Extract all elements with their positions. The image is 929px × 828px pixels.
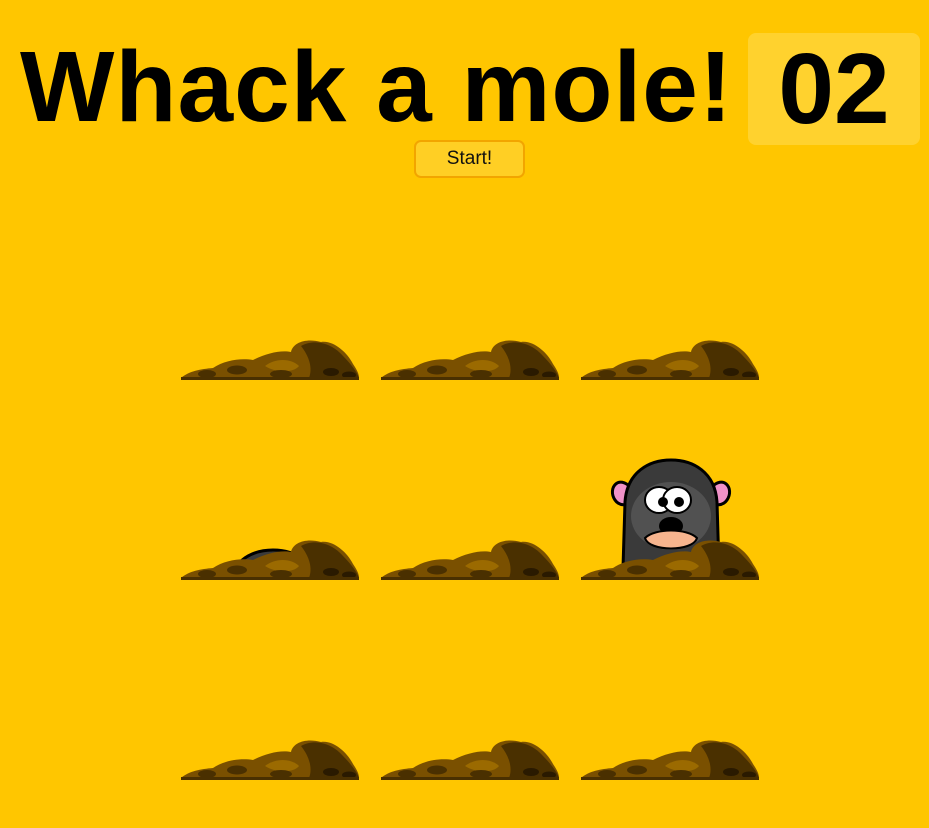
dirt-mound bbox=[581, 540, 759, 580]
mole-hole[interactable] bbox=[381, 180, 561, 380]
dirt-mound bbox=[381, 540, 559, 580]
mole-hole[interactable] bbox=[581, 180, 761, 380]
mole-hole[interactable] bbox=[581, 380, 761, 580]
mole-hole[interactable] bbox=[581, 580, 761, 780]
mole-hole[interactable] bbox=[181, 580, 361, 780]
mole-grid bbox=[181, 180, 761, 780]
mole-hole[interactable] bbox=[381, 380, 561, 580]
dirt-mound bbox=[581, 340, 759, 380]
mole-hole[interactable] bbox=[181, 380, 361, 580]
mole-hole[interactable] bbox=[181, 180, 361, 380]
score-counter: 02 bbox=[748, 33, 920, 145]
mole-hole[interactable] bbox=[381, 580, 561, 780]
dirt-mound bbox=[381, 340, 559, 380]
dirt-mound bbox=[181, 540, 359, 580]
dirt-mound bbox=[181, 340, 359, 380]
dirt-mound bbox=[381, 740, 559, 780]
dirt-mound bbox=[581, 740, 759, 780]
game-title: Whack a mole! bbox=[20, 31, 734, 143]
dirt-mound bbox=[181, 740, 359, 780]
start-button[interactable]: Start! bbox=[414, 140, 525, 178]
